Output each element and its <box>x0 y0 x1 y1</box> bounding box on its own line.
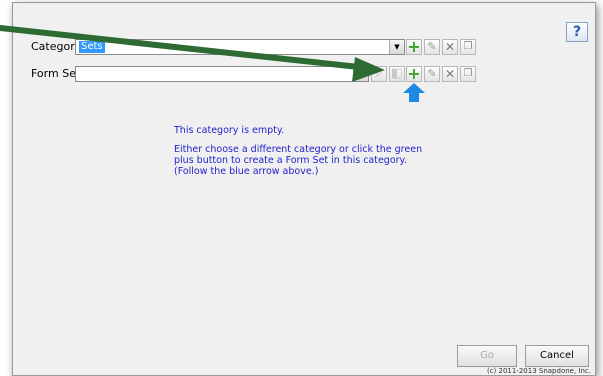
green-arrow-icon <box>0 25 385 82</box>
annotation-overlay <box>0 25 425 102</box>
blue-arrow-icon <box>403 83 425 102</box>
